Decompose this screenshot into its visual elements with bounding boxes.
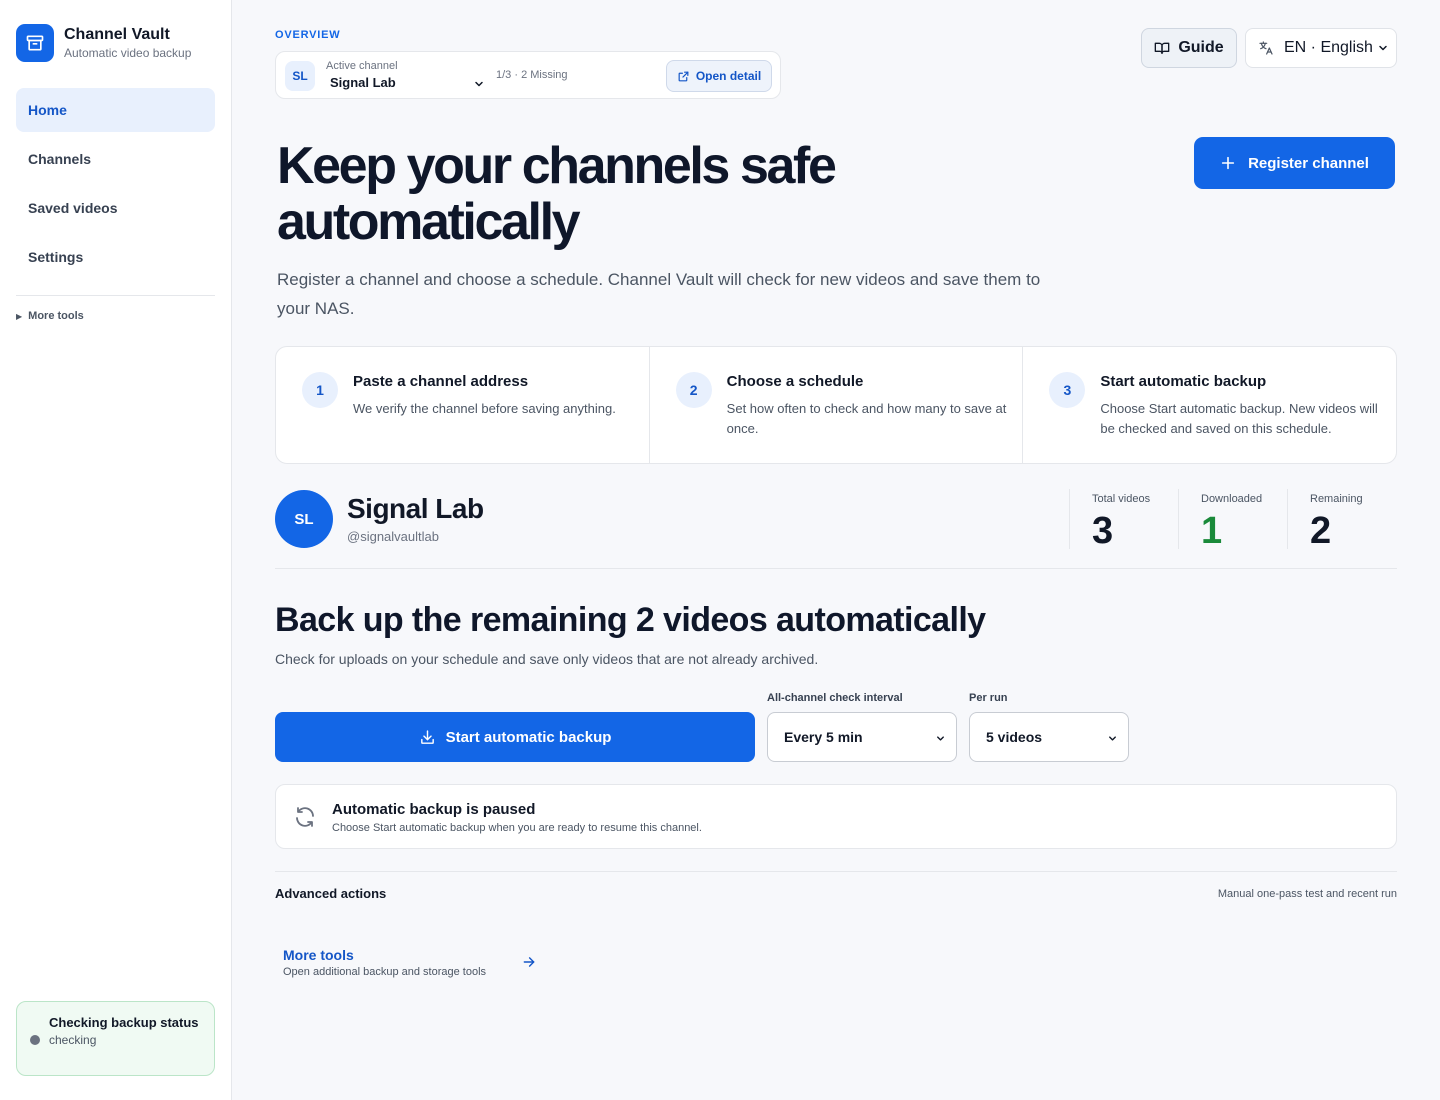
- step-card: 3 Start automatic backup Choose Start au…: [1023, 347, 1396, 463]
- guide-label: Guide: [1178, 39, 1224, 56]
- stat-remaining: Remaining 2: [1287, 489, 1363, 552]
- archive-box-icon: [16, 24, 54, 62]
- stat-value: 2: [1310, 510, 1332, 552]
- step-description: We verify the channel before saving anyt…: [353, 401, 616, 416]
- register-channel-label: Register channel: [1248, 154, 1369, 172]
- active-channel-count: 1/3 · 2 Missing: [496, 69, 568, 81]
- section-divider: [275, 871, 1397, 872]
- stat-label: Remaining: [1310, 493, 1363, 505]
- step-card: 1 Paste a channel address We verify the …: [276, 347, 650, 463]
- backup-paused-notice: Automatic backup is paused Choose Start …: [275, 784, 1397, 849]
- open-detail-button[interactable]: Open detail: [666, 60, 772, 92]
- stat-label: Total videos: [1092, 493, 1151, 505]
- language-label: EN · English: [1284, 39, 1373, 56]
- backup-status-card: Checking backup status checking: [16, 1001, 215, 1076]
- page-title: Keep your channels safe automatically: [277, 137, 837, 251]
- step-title: Paste a channel address: [353, 373, 529, 390]
- advanced-actions-title: Advanced actions: [275, 886, 387, 901]
- hero-description: Register a channel and choose a schedule…: [277, 270, 1041, 318]
- stat-value: 3: [1092, 510, 1114, 552]
- step-description: Choose Start automatic backup. New video…: [1100, 401, 1378, 436]
- language-select[interactable]: EN · English: [1245, 28, 1397, 68]
- book-open-icon: [1154, 42, 1170, 54]
- active-channel-avatar: SL: [285, 61, 315, 91]
- download-icon: [420, 729, 434, 744]
- brand[interactable]: Channel Vault Automatic video backup: [16, 24, 191, 62]
- active-channel-selector: SL Active channel Signal Lab 1/3 · 2 Mis…: [275, 51, 781, 99]
- onboarding-steps: 1 Paste a channel address We verify the …: [275, 346, 1397, 464]
- backup-description: Check for uploads on your schedule and s…: [275, 651, 819, 667]
- more-tools-subtitle: Open additional backup and storage tools: [283, 966, 487, 978]
- triangle-right-icon: ▶: [16, 311, 23, 321]
- chevron-down-icon: [1109, 736, 1116, 741]
- guide-button[interactable]: Guide: [1141, 28, 1237, 68]
- external-link-icon: [678, 71, 689, 81]
- plus-icon: [1221, 156, 1235, 170]
- step-title: Choose a schedule: [726, 373, 864, 390]
- active-channel-name[interactable]: Signal Lab: [330, 75, 396, 90]
- sidebar-item-saved-videos[interactable]: Saved videos: [16, 186, 215, 230]
- status-title: Checking backup status: [49, 1015, 199, 1030]
- chevron-down-icon: [937, 736, 944, 741]
- step-number: 1: [302, 372, 338, 408]
- per-run-select[interactable]: 5 videos: [969, 712, 1129, 762]
- step-description: Set how often to check and how many to s…: [726, 401, 1007, 436]
- step-number: 3: [1049, 372, 1086, 408]
- interval-select[interactable]: Every 5 min: [767, 712, 957, 762]
- step-title: Start automatic backup: [1100, 373, 1267, 390]
- translate-icon: [1259, 41, 1273, 55]
- sidebar: Channel Vault Automatic video backup Hom…: [0, 0, 232, 1100]
- sidebar-more-tools-label: More tools: [28, 310, 84, 322]
- open-detail-label: Open detail: [695, 69, 762, 83]
- more-tools-link[interactable]: More tools Open additional backup and st…: [283, 947, 486, 978]
- paused-title: Automatic backup is paused: [332, 801, 536, 818]
- stat-downloaded: Downloaded 1: [1178, 489, 1263, 552]
- channel-avatar: SL: [275, 490, 333, 548]
- sidebar-item-home[interactable]: Home: [16, 88, 215, 132]
- stat-total-videos: Total videos 3: [1069, 489, 1151, 552]
- section-divider: [275, 568, 1397, 569]
- step-number: 2: [675, 372, 712, 408]
- start-automatic-backup-label: Start automatic backup: [445, 728, 612, 746]
- interval-label: All-channel check interval: [767, 692, 903, 704]
- more-tools-title: More tools: [283, 947, 354, 963]
- sidebar-more-tools-toggle[interactable]: ▶ More tools: [16, 310, 84, 322]
- status-subtitle: checking: [49, 1033, 97, 1047]
- backup-title: Back up the remaining 2 videos automatic…: [275, 601, 986, 639]
- stat-label: Downloaded: [1201, 493, 1263, 505]
- sidebar-item-settings[interactable]: Settings: [16, 235, 215, 279]
- stat-value: 1: [1201, 510, 1223, 552]
- refresh-icon: [293, 805, 317, 834]
- arrow-right-icon[interactable]: [522, 955, 536, 974]
- step-card: 2 Choose a schedule Set how often to che…: [650, 347, 1024, 463]
- sidebar-item-channels[interactable]: Channels: [16, 137, 215, 181]
- overview-label: OVERVIEW: [275, 29, 341, 41]
- per-run-value: 5 videos: [986, 729, 1043, 745]
- brand-name: Channel Vault: [64, 26, 170, 43]
- channel-handle: @signalvaultlab: [347, 529, 439, 544]
- chevron-down-icon[interactable]: [473, 77, 485, 95]
- status-dot-icon: [30, 1035, 40, 1045]
- start-automatic-backup-button[interactable]: Start automatic backup: [275, 712, 755, 762]
- brand-subtitle: Automatic video backup: [64, 46, 192, 60]
- per-run-label: Per run: [969, 692, 1008, 704]
- paused-subtitle: Choose Start automatic backup when you a…: [332, 822, 702, 834]
- chevron-down-icon: [1379, 45, 1387, 51]
- sidebar-divider: [16, 295, 215, 296]
- interval-value: Every 5 min: [784, 729, 863, 745]
- sidebar-nav: Home Channels Saved videos Settings: [16, 88, 215, 284]
- advanced-actions-note: Manual one-pass test and recent run: [1217, 888, 1397, 900]
- register-channel-button[interactable]: Register channel: [1194, 137, 1395, 189]
- channel-name: Signal Lab: [347, 493, 484, 524]
- active-channel-label: Active channel: [326, 60, 398, 72]
